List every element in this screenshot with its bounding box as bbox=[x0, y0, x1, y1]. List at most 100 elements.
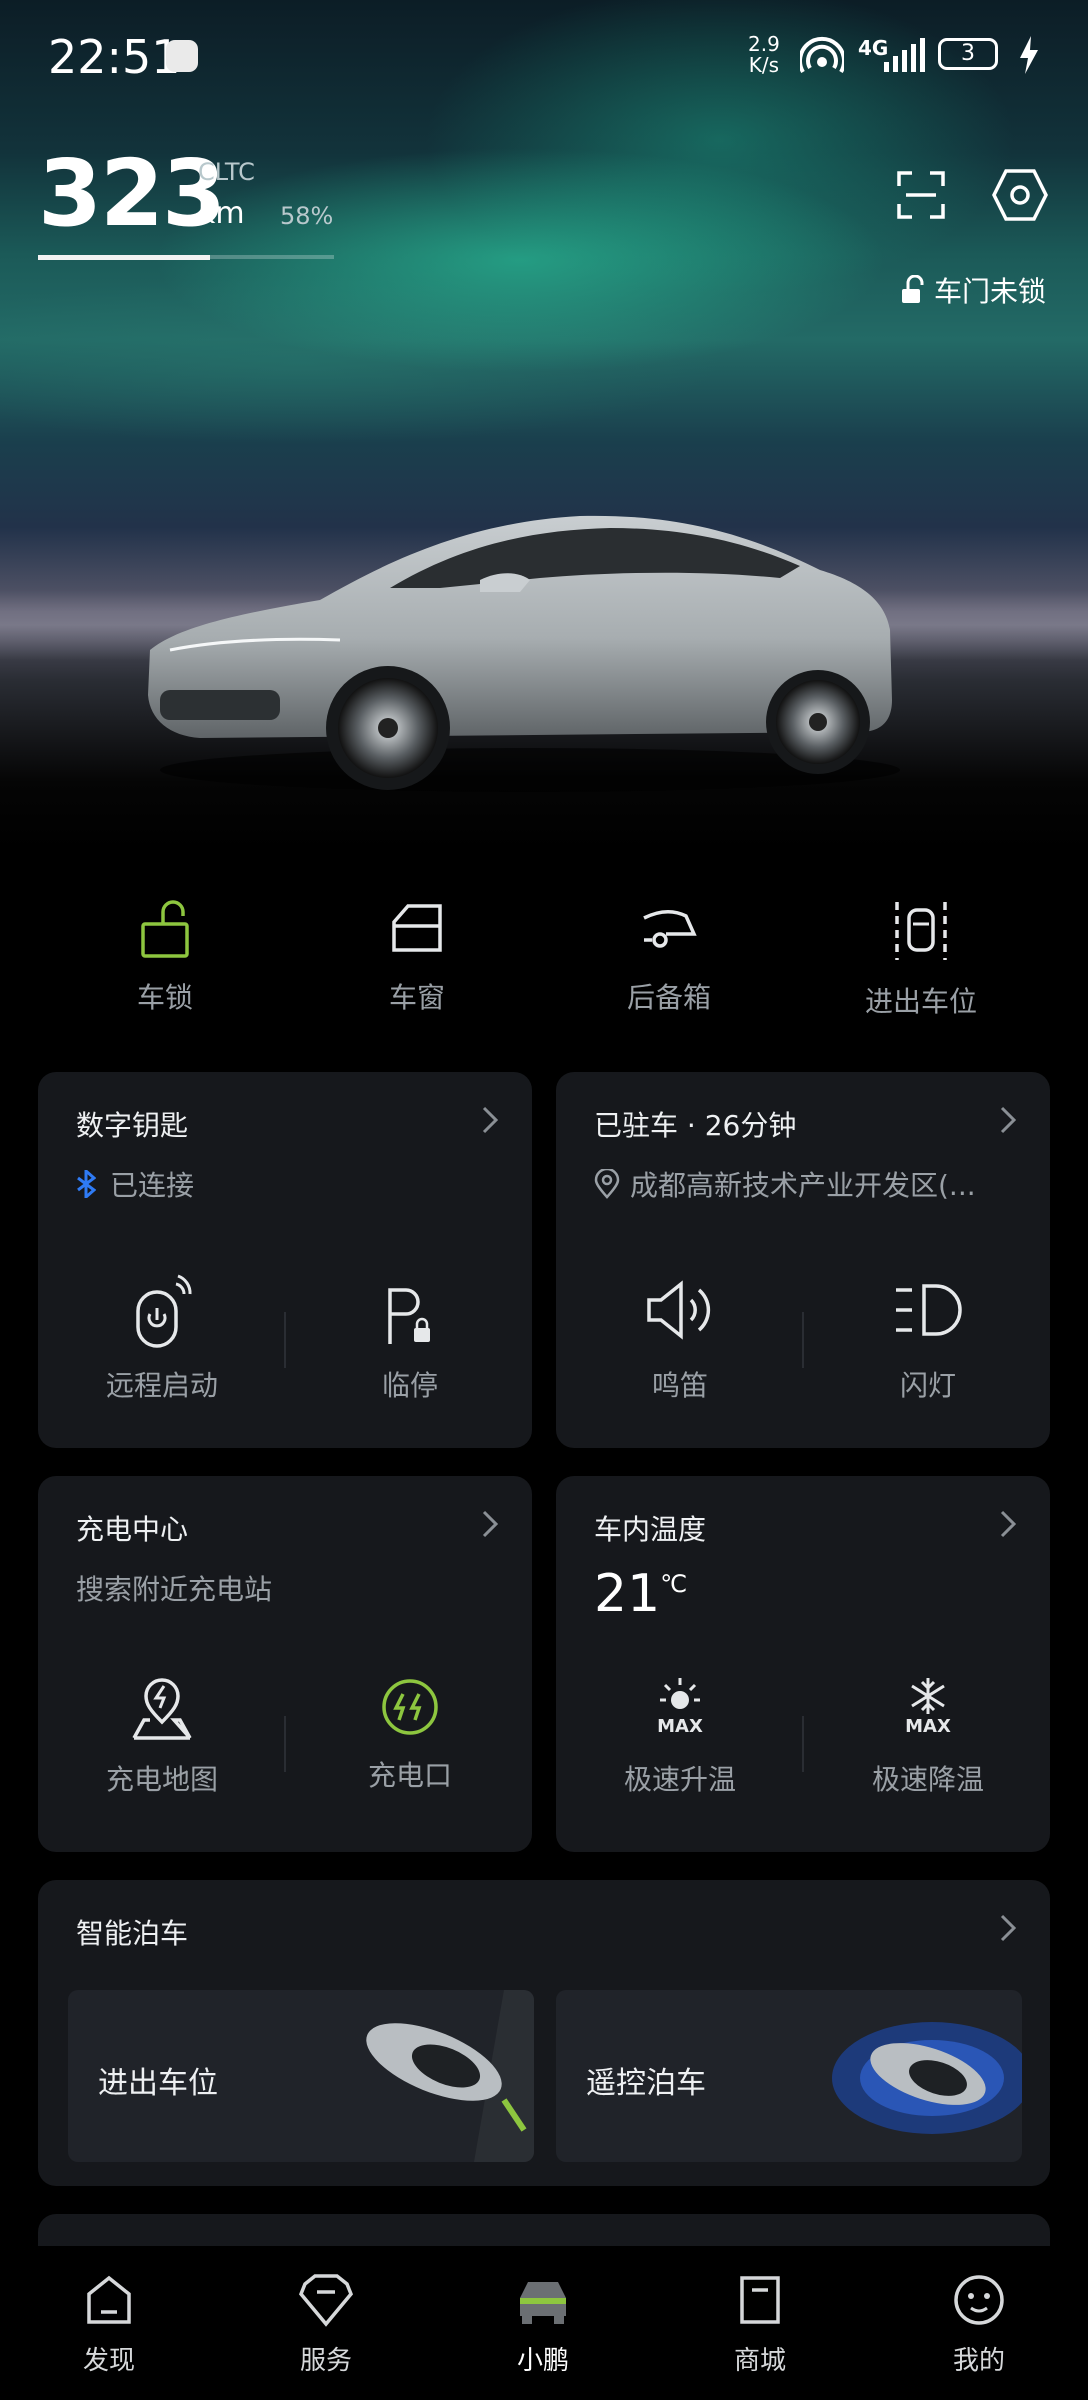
action-label: 充电地图 bbox=[105, 1763, 218, 1796]
chevron-right-icon[interactable] bbox=[1000, 1914, 1016, 1942]
settings-icon[interactable] bbox=[992, 168, 1048, 222]
nav-label: 我的 bbox=[952, 2346, 1005, 2376]
option-label: 遥控泊车 bbox=[586, 2066, 706, 2101]
chevron-right-icon[interactable] bbox=[1000, 1106, 1016, 1134]
parked-location: 成都高新技术产业开发区(... bbox=[594, 1164, 1034, 1204]
sun-icon bbox=[660, 1678, 700, 1709]
nav-mall[interactable]: 商城 bbox=[685, 2272, 835, 2377]
mall-icon bbox=[740, 2276, 780, 2324]
action-label: 极速降温 bbox=[871, 1763, 984, 1796]
max-cool-button[interactable]: MAX 极速降温 bbox=[804, 1676, 1052, 1798]
nav-service[interactable]: 服务 bbox=[251, 2272, 401, 2377]
range-standard: CLTC bbox=[198, 158, 255, 186]
card-title: 已驻车 · 26分钟 bbox=[594, 1109, 797, 1142]
service-icon bbox=[298, 2274, 354, 2327]
temporary-parking-icon bbox=[388, 1288, 430, 1344]
chevron-right-icon[interactable] bbox=[482, 1106, 498, 1134]
max-heat-button[interactable]: MAX 极速升温 bbox=[556, 1676, 804, 1798]
max-label: MAX bbox=[657, 1716, 703, 1737]
temperature-value: 21 bbox=[594, 1564, 661, 1624]
card-title: 数字钥匙 bbox=[76, 1109, 189, 1142]
door-status[interactable]: 车门未锁 bbox=[900, 270, 1046, 310]
notification-icon bbox=[166, 40, 198, 72]
remote-start-icon bbox=[136, 1274, 192, 1348]
vehicle-hero: 22:51 2.9 K/s 4G 3 323 CLTC km 58% 车门未锁 bbox=[0, 0, 1088, 850]
range-value: 323 bbox=[38, 140, 226, 247]
card-title: 车内温度 bbox=[594, 1513, 707, 1546]
chevron-right-icon[interactable] bbox=[1000, 1510, 1016, 1538]
network-speed: 2.9 K/s bbox=[748, 34, 780, 76]
discover-icon bbox=[87, 2275, 131, 2324]
nav-label: 小鹏 bbox=[516, 2346, 569, 2376]
charge-port-icon bbox=[382, 1679, 438, 1735]
action-label: 极速升温 bbox=[623, 1763, 736, 1796]
charging-map-button[interactable]: 充电地图 bbox=[38, 1676, 286, 1798]
parked-status-card[interactable]: 已驻车 · 26分钟 成都高新技术产业开发区(... 鸣笛 闪灯 bbox=[556, 1072, 1050, 1448]
bottom-navigation: 发现 服务 小鹏 商城 我的 bbox=[0, 2246, 1088, 2400]
card-title: 充电中心 bbox=[76, 1513, 189, 1546]
battery-bar-fill bbox=[38, 255, 210, 260]
chevron-right-icon[interactable] bbox=[482, 1510, 498, 1538]
vehicle-image bbox=[148, 515, 900, 792]
horn-button[interactable]: 鸣笛 bbox=[556, 1272, 804, 1404]
action-label: 远程启动 bbox=[105, 1369, 218, 1402]
park-in-out-car-image bbox=[366, 1990, 534, 2162]
card-title: 智能泊车 bbox=[76, 1917, 189, 1950]
scan-icon[interactable] bbox=[896, 170, 946, 220]
quick-control-trunk[interactable]: 后备箱 bbox=[544, 900, 794, 1016]
nav-label: 服务 bbox=[299, 2346, 352, 2376]
horn-icon bbox=[647, 1280, 711, 1340]
temporary-parking-button[interactable]: 临停 bbox=[286, 1272, 534, 1404]
charge-port-button[interactable]: 充电口 bbox=[286, 1676, 534, 1794]
trunk-icon bbox=[643, 910, 697, 948]
digital-key-card[interactable]: 数字钥匙 已连接 远程启动 临停 bbox=[38, 1072, 532, 1448]
nav-profile[interactable]: 我的 bbox=[904, 2272, 1054, 2377]
quick-control-lock[interactable]: 车锁 bbox=[40, 900, 290, 1016]
net-speed-unit: K/s bbox=[748, 53, 780, 77]
cabin-temperature-card[interactable]: 车内温度 21℃ MAX 极速升温 MAX 极速降温 bbox=[556, 1476, 1050, 1852]
window-icon bbox=[392, 904, 442, 952]
parked-location-text: 成都高新技术产业开发区(... bbox=[630, 1169, 976, 1202]
flash-lights-icon bbox=[896, 1284, 962, 1336]
key-status-text: 已连接 bbox=[110, 1169, 195, 1202]
charging-map-icon bbox=[132, 1678, 192, 1740]
range-unit: km bbox=[198, 196, 245, 231]
max-heat-icon: MAX bbox=[648, 1676, 712, 1742]
quick-control-label: 车窗 bbox=[388, 981, 445, 1014]
nav-label: 发现 bbox=[82, 2346, 135, 2376]
park-in-out-option[interactable]: 进出车位 bbox=[68, 1990, 534, 2162]
location-pin-icon bbox=[594, 1169, 620, 1199]
key-status: 已连接 bbox=[76, 1164, 194, 1204]
action-label: 临停 bbox=[381, 1369, 438, 1402]
option-label: 进出车位 bbox=[98, 2066, 218, 2101]
nav-label: 商城 bbox=[733, 2346, 786, 2376]
hotspot-icon bbox=[800, 36, 844, 74]
quick-control-label: 车锁 bbox=[136, 981, 193, 1014]
flash-lights-button[interactable]: 闪灯 bbox=[804, 1272, 1052, 1404]
quick-control-parking[interactable]: 进出车位 bbox=[796, 900, 1046, 1020]
quick-control-label: 进出车位 bbox=[864, 985, 977, 1018]
action-label: 闪灯 bbox=[899, 1369, 956, 1402]
snowflake-icon bbox=[911, 1678, 945, 1714]
status-time: 22:51 bbox=[48, 30, 181, 84]
battery-indicator: 3 bbox=[938, 38, 998, 70]
temperature-unit: ℃ bbox=[660, 1570, 688, 1598]
charging-center-card[interactable]: 充电中心 搜索附近充电站 充电地图 充电口 bbox=[38, 1476, 532, 1852]
action-label: 鸣笛 bbox=[651, 1369, 708, 1402]
smart-parking-card[interactable]: 智能泊车 进出车位 遥控泊车 bbox=[38, 1880, 1050, 2186]
action-label: 充电口 bbox=[367, 1759, 452, 1792]
nav-discover[interactable]: 发现 bbox=[34, 2272, 184, 2377]
unlock-icon bbox=[141, 900, 189, 958]
quick-control-window[interactable]: 车窗 bbox=[292, 900, 542, 1016]
remote-start-button[interactable]: 远程启动 bbox=[38, 1272, 286, 1404]
door-status-text: 车门未锁 bbox=[934, 275, 1047, 308]
nav-xpeng[interactable]: 小鹏 bbox=[468, 2272, 618, 2377]
parking-slot-icon bbox=[895, 902, 947, 960]
cabin-temperature: 21℃ bbox=[594, 1564, 687, 1624]
unlocked-padlock-icon bbox=[902, 275, 924, 303]
remote-parking-option[interactable]: 遥控泊车 bbox=[556, 1990, 1022, 2162]
profile-icon bbox=[954, 2275, 1004, 2325]
signal-icon bbox=[884, 38, 925, 72]
remote-parking-car-image bbox=[832, 2022, 1022, 2134]
max-label: MAX bbox=[905, 1716, 951, 1737]
